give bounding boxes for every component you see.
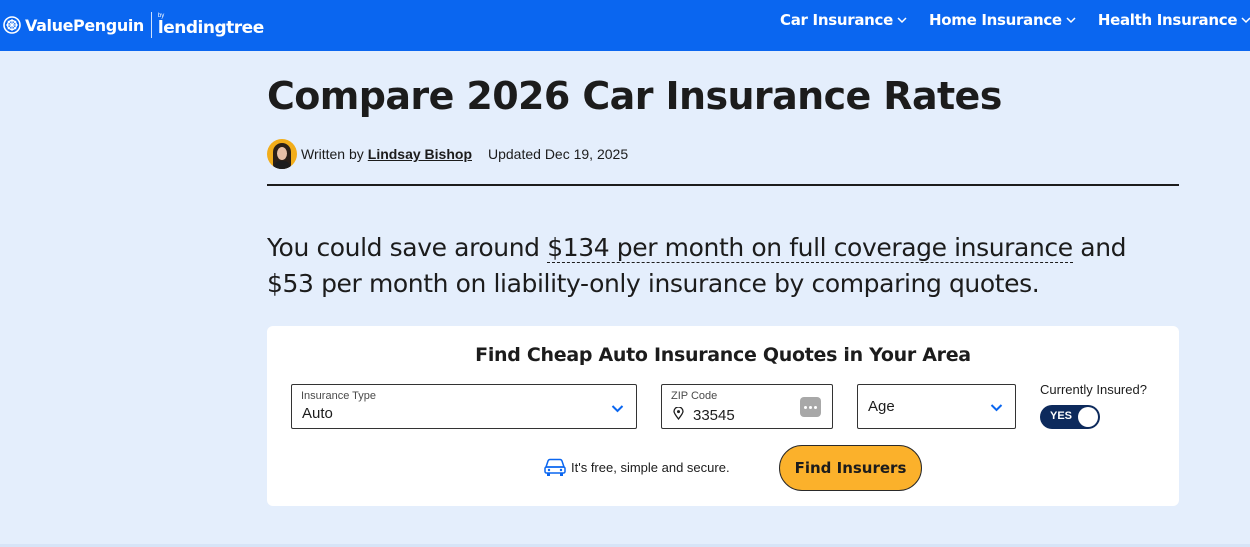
location-pin-icon [673, 407, 684, 420]
quote-form-title: Find Cheap Auto Insurance Quotes in Your… [475, 344, 971, 366]
chevron-down-icon [611, 405, 624, 413]
secure-text: It's free, simple and secure. [571, 459, 730, 475]
nav-item-label: Health Insurance [1097, 11, 1238, 29]
zip-code-label: ZIP Code [671, 390, 718, 402]
quote-form-card: Find Cheap Auto Insurance Quotes in Your… [267, 326, 1179, 506]
brand-divider [150, 12, 152, 38]
page-title: Compare 2026 Car Insurance Rates [267, 74, 1002, 118]
zip-code-field[interactable]: ZIP Code 33545 [661, 384, 833, 429]
currently-insured-toggle[interactable]: YES [1040, 405, 1100, 429]
chevron-down-icon [897, 17, 907, 24]
nav-item-label: Home Insurance [928, 11, 1062, 29]
main-nav: Car Insurance Home Insurance Health Insu… [780, 11, 1250, 29]
chevron-down-icon [1241, 17, 1250, 24]
partner-logo: by lendingtree [158, 13, 264, 37]
insurance-type-value: Auto [302, 405, 333, 422]
insurance-type-select[interactable]: Insurance Type Auto [291, 384, 637, 429]
zip-code-value: 33545 [693, 407, 735, 424]
chevron-down-icon [1066, 17, 1076, 24]
author-avatar[interactable] [267, 139, 297, 169]
partner-name: lendingtree [157, 18, 264, 38]
find-insurers-button[interactable]: Find Insurers [779, 445, 922, 491]
nav-home-insurance[interactable]: Home Insurance [929, 11, 1076, 29]
age-placeholder: Age [868, 398, 895, 415]
lead-text-start: You could save around [267, 233, 548, 262]
nav-item-label: Car Insurance [780, 11, 893, 29]
author-link[interactable]: Lindsay Bishop [368, 146, 472, 162]
brand-name: ValuePenguin [25, 15, 144, 35]
penguin-logo-icon [3, 16, 21, 34]
toggle-knob [1078, 407, 1098, 427]
currently-insured-label: Currently Insured? [1040, 382, 1147, 397]
autofill-icon[interactable] [800, 397, 821, 417]
written-by-label: Written by [301, 146, 364, 162]
secure-note: It's free, simple and secure. [543, 457, 730, 477]
savings-tooltip-link[interactable]: $134 per month on full coverage insuranc… [547, 233, 1073, 263]
header-divider [267, 184, 1179, 186]
insurance-type-label: Insurance Type [301, 390, 377, 402]
nav-car-insurance[interactable]: Car Insurance [780, 11, 907, 29]
byline: Written by Lindsay Bishop Updated Dec 19… [267, 139, 628, 169]
updated-date: Updated Dec 19, 2025 [488, 146, 629, 162]
chevron-down-icon [990, 404, 1003, 412]
nav-health-insurance[interactable]: Health Insurance [1098, 11, 1250, 29]
age-select[interactable]: Age [857, 384, 1016, 429]
car-icon [544, 458, 566, 476]
site-header: ValuePenguin by lendingtree Car Insuranc… [0, 0, 1250, 51]
brand-logo[interactable]: ValuePenguin by lendingtree [3, 10, 264, 40]
lead-paragraph: You could save around $134 per month on … [267, 230, 1167, 302]
toggle-state-label: YES [1050, 410, 1073, 422]
